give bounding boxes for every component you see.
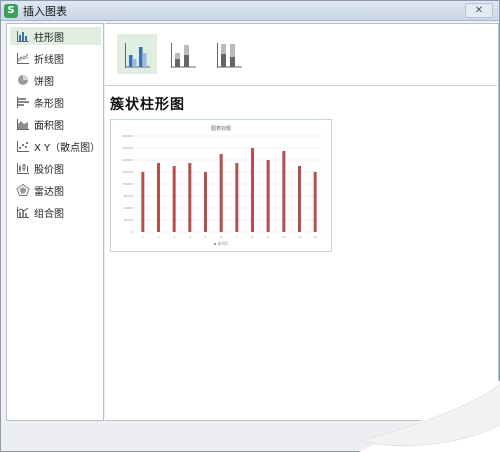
chart-bar: [141, 172, 145, 232]
subtype-clustered-column[interactable]: [117, 34, 157, 74]
sidebar-item-area[interactable]: 面积图: [10, 115, 101, 133]
spreadsheet-app-icon: S: [4, 3, 18, 18]
dialog-title: 插入图表: [23, 4, 67, 18]
chart-bar: [235, 163, 239, 232]
sidebar-item-pie[interactable]: 饼图: [10, 71, 101, 89]
area-chart-icon: [17, 119, 29, 130]
subtype-percent-stacked-column[interactable]: [209, 34, 249, 74]
sidebar-item-label: X Y（散点图）: [34, 142, 101, 154]
percent-stacked-column-icon: [217, 43, 242, 68]
line-chart-icon: [17, 53, 29, 64]
x-tick-label: 9: [267, 235, 269, 239]
x-tick-label: 8: [252, 235, 254, 239]
y-tick-label: 0: [131, 230, 133, 234]
column-chart-icon: [17, 31, 29, 42]
chart-bar: [219, 154, 223, 232]
chart-bar: [266, 160, 270, 232]
sidebar-item-line[interactable]: 折线图: [10, 49, 101, 67]
sidebar-item-stock[interactable]: 股价图: [10, 159, 101, 177]
sidebar-item-combo[interactable]: 组合图: [10, 203, 101, 221]
x-tick-label: 4: [189, 235, 191, 239]
close-icon: ✕: [474, 5, 484, 16]
chart-bar: [313, 172, 317, 232]
bar-chart-icon: [17, 97, 29, 108]
sidebar-item-label: 组合图: [34, 208, 64, 220]
y-tick-label: 60000: [123, 194, 133, 198]
chart-subtype-title: 簇状柱形图: [110, 97, 185, 113]
clustered-column-icon: [125, 43, 150, 68]
panel-divider: [105, 85, 497, 86]
chart-bar: [204, 172, 207, 232]
y-tick-label: 160000: [122, 134, 134, 138]
sidebar-item-label: 折线图: [34, 54, 64, 66]
chart-bar: [172, 166, 176, 232]
dialog-footer: [1, 423, 499, 451]
x-tick-label: 11: [298, 235, 302, 239]
y-tick-label: 120000: [122, 158, 134, 162]
sidebar-item-bar[interactable]: 条形图: [10, 93, 101, 111]
chart-title: 图表标题: [211, 125, 231, 132]
x-tick-label: 6: [220, 235, 222, 239]
combo-chart-icon: [17, 207, 29, 218]
chart-bar: [251, 148, 254, 232]
chart-bar: [282, 151, 286, 232]
y-tick-label: 80000: [123, 182, 133, 186]
x-tick-label: 7: [236, 235, 238, 239]
sidebar-item-column[interactable]: 柱形图: [10, 27, 101, 45]
y-tick-label: 140000: [122, 146, 134, 150]
sidebar-item-radar[interactable]: 雷达图: [10, 181, 101, 199]
x-tick-label: 5: [205, 235, 207, 239]
y-tick-label: 20000: [123, 218, 133, 222]
x-tick-label: 10: [282, 235, 286, 239]
chart-preview[interactable]: 图表标题 0 20000 40000 60000 80000 100000 120000 14…: [110, 119, 332, 252]
sidebar-item-scatter[interactable]: X Y（散点图）: [10, 137, 101, 155]
scatter-chart-icon: [17, 141, 29, 152]
stacked-column-icon: [171, 43, 196, 68]
chart-type-list: 柱形图 折线图 饼图 条形图 面积图 X Y（散点图） 股价图 雷达图 组合图: [6, 23, 104, 421]
y-tick-label: 100000: [122, 170, 134, 174]
x-tick-label: 3: [173, 235, 175, 239]
title-bar: S 插入图表 ✕: [1, 1, 499, 21]
close-button[interactable]: ✕: [465, 3, 493, 18]
insert-chart-dialog: S 插入图表 ✕ 柱形图 折线图 饼图 条形图 面积图 X Y（散点图） 股价图…: [0, 0, 500, 452]
radar-chart-icon: [16, 184, 30, 196]
sidebar-item-label: 条形图: [34, 98, 64, 110]
y-tick-label: 40000: [123, 206, 133, 210]
sidebar-item-label: 饼图: [34, 76, 54, 88]
x-tick-label: 12: [313, 235, 317, 239]
subtype-stacked-column[interactable]: [163, 34, 203, 74]
chart-bar: [188, 163, 192, 232]
x-tick-label: 2: [158, 235, 160, 239]
sidebar-item-label: 雷达图: [34, 186, 64, 198]
chart-preview-canvas: 图表标题 02000040000600008000010000012000014…: [122, 125, 323, 246]
chart-legend: ▪ 系列1: [214, 240, 229, 246]
x-tick-label: 1: [142, 235, 144, 239]
chart-options-panel: 簇状柱形图 图表标题 0 20000 40000 60000 80000 100000 12…: [105, 23, 499, 421]
chart-bar: [298, 166, 301, 232]
chart-bar: [157, 163, 160, 232]
sidebar-item-label: 面积图: [34, 120, 64, 132]
sidebar-item-label: 股价图: [34, 164, 64, 176]
sidebar-item-label: 柱形图: [34, 32, 64, 44]
stock-chart-icon: [17, 163, 29, 174]
pie-chart-icon: [18, 75, 28, 85]
